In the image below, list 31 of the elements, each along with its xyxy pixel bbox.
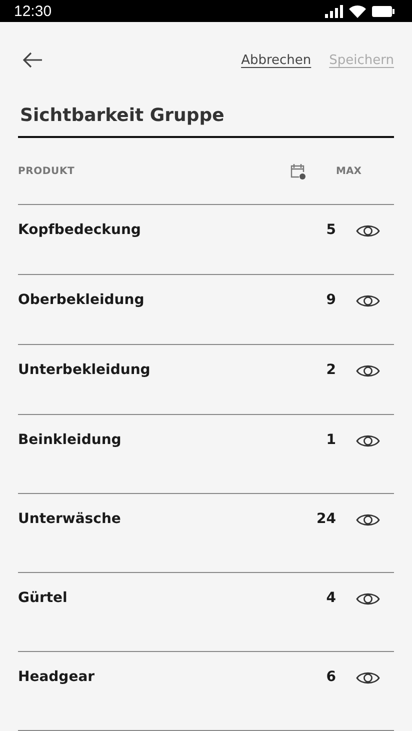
product-name: Oberbekleidung — [18, 292, 146, 308]
product-name: Beinkleidung — [18, 432, 122, 448]
product-name: Unterbekleidung — [18, 362, 152, 378]
product-name: Unterwäsche — [18, 511, 122, 527]
text-link[interactable]: Abbrechen — [241, 52, 312, 68]
product-name: Headgear — [18, 669, 96, 685]
column-header: MAX — [335, 166, 362, 176]
max-count: 6 — [326, 669, 336, 685]
eye-icon[interactable] — [356, 293, 380, 309]
product-name: Kopfbedeckung — [18, 222, 142, 238]
max-count: 5 — [326, 222, 336, 238]
max-count: 24 — [316, 511, 336, 527]
max-count: 2 — [326, 362, 336, 378]
eye-icon[interactable] — [356, 223, 380, 239]
calendar-clock-icon — [290, 162, 306, 180]
product-name: Gürtel — [18, 590, 68, 606]
page-title: Sichtbarkeit Gruppe — [18, 98, 394, 138]
eye-icon[interactable] — [356, 363, 380, 379]
eye-icon[interactable] — [356, 591, 380, 607]
max-count: 1 — [326, 432, 336, 448]
column-header: PRODUKT — [18, 166, 76, 176]
signal-icon — [324, 4, 344, 18]
eye-icon[interactable] — [356, 670, 380, 686]
wifi-icon — [349, 4, 366, 18]
eye-icon[interactable] — [356, 433, 380, 449]
max-count: 4 — [326, 590, 336, 606]
max-count: 9 — [326, 292, 336, 308]
back-arrow-icon[interactable] — [23, 52, 43, 68]
status-time: 12:30 — [14, 2, 52, 20]
eye-icon[interactable] — [356, 512, 380, 528]
battery-icon — [371, 4, 395, 18]
